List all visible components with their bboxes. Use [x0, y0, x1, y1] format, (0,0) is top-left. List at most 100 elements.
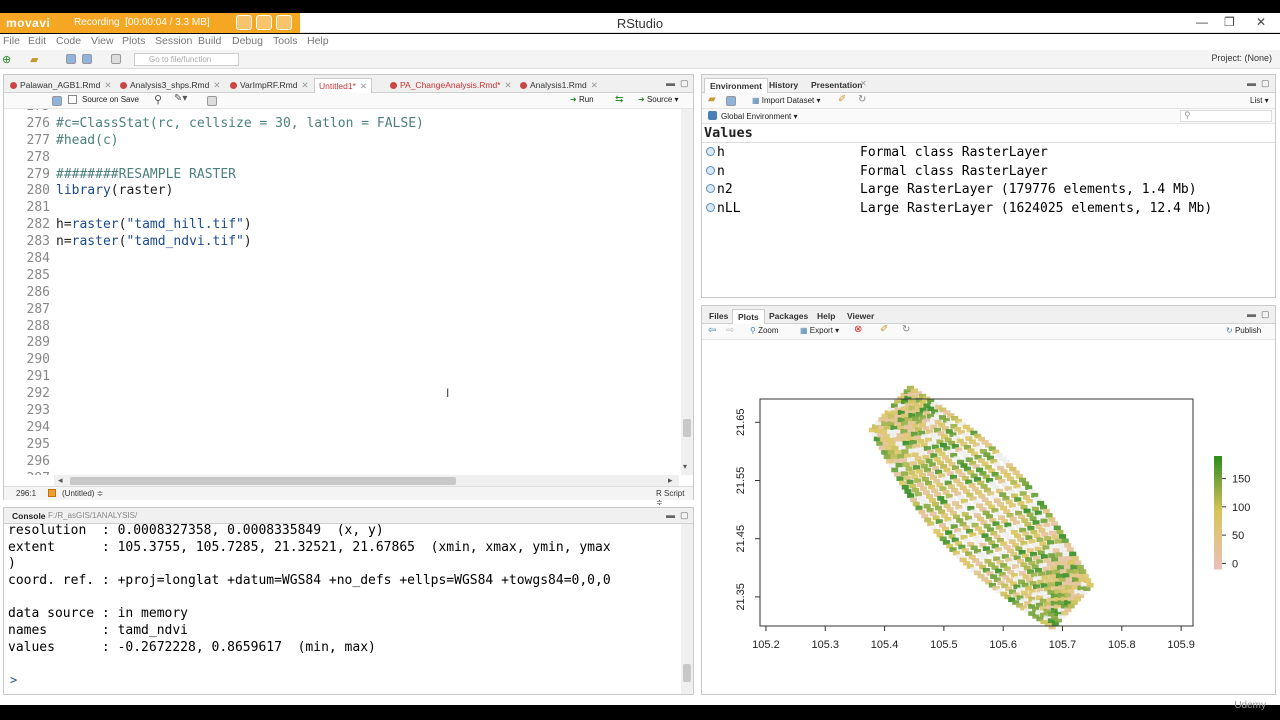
- tab-help[interactable]: Help: [812, 309, 840, 323]
- expand-icon[interactable]: [706, 165, 715, 175]
- env-minimize-icon[interactable]: ▬: [1247, 78, 1256, 88]
- broom-icon[interactable]: ✐: [838, 94, 846, 105]
- tab-plots[interactable]: Plots: [732, 309, 765, 324]
- console-vscroll-thumb[interactable]: [683, 664, 691, 682]
- env-row[interactable]: n2 Large RasterLayer (179776 elements, 1.…: [702, 181, 1275, 200]
- save-all-icon[interactable]: [82, 54, 92, 64]
- publish-button[interactable]: ↻ Publish: [1226, 326, 1261, 335]
- code-line[interactable]: 280 library(raster): [4, 183, 424, 200]
- tab-presentation[interactable]: Presentation: [806, 78, 868, 92]
- env-maximize-icon[interactable]: ▢: [1261, 78, 1270, 89]
- code-line[interactable]: 277 #head(c): [4, 133, 424, 150]
- code-line[interactable]: 281: [4, 200, 424, 217]
- minimize-icon[interactable]: —: [1196, 15, 1208, 29]
- code-line[interactable]: 293: [4, 403, 424, 420]
- refresh-plot-icon[interactable]: ↻: [902, 324, 910, 335]
- close-icon[interactable]: ✕: [1256, 15, 1266, 29]
- code-editor[interactable]: 275276 #c=ClassStat(rc, cellsize = 30, la…: [4, 109, 679, 475]
- plots-minimize-icon[interactable]: ▬: [1247, 309, 1256, 319]
- open-project-icon[interactable]: ▰: [30, 53, 38, 66]
- code-line[interactable]: 275: [4, 109, 424, 116]
- tab-environment[interactable]: Environment: [704, 78, 768, 93]
- editor-save-icon[interactable]: [52, 96, 62, 106]
- code-line[interactable]: 290: [4, 352, 424, 369]
- env-scope-selector[interactable]: Global Environment ▾: [721, 112, 798, 121]
- code-line[interactable]: 289: [4, 335, 424, 352]
- tab-files[interactable]: Files: [704, 309, 733, 323]
- menu-session[interactable]: Session: [155, 35, 192, 47]
- code-line[interactable]: 296: [4, 454, 424, 471]
- console-vscroll[interactable]: [681, 524, 693, 694]
- console-minimize-icon[interactable]: ▬: [666, 510, 675, 520]
- menu-code[interactable]: Code: [56, 35, 81, 47]
- tab-packages[interactable]: Packages: [764, 309, 813, 323]
- source-button[interactable]: ➜ Source ▾: [638, 95, 679, 104]
- expand-icon[interactable]: [706, 147, 715, 156]
- source-on-save-checkbox[interactable]: [68, 95, 77, 104]
- scope-selector[interactable]: (Untitled) ≑: [62, 489, 103, 498]
- remove-plot-icon[interactable]: ⊗: [854, 324, 862, 335]
- tab-viewer[interactable]: Viewer: [842, 309, 879, 323]
- code-line[interactable]: 276 #c=ClassStat(rc, cellsize = 30, latlo…: [4, 116, 424, 133]
- compile-icon[interactable]: [207, 96, 217, 106]
- zoom-button[interactable]: ⚲ Zoom: [750, 326, 779, 335]
- code-line[interactable]: 279 ########RESAMPLE RASTER: [4, 167, 424, 184]
- tab-varimprf[interactable]: VarImpRF.Rmd ✕: [226, 78, 313, 93]
- console-maximize-icon[interactable]: ▢: [680, 510, 689, 521]
- plots-maximize-icon[interactable]: ▢: [1261, 309, 1270, 320]
- env-row[interactable]: h Formal class RasterLayer: [702, 144, 1275, 163]
- find-icon[interactable]: ⚲: [154, 93, 162, 106]
- expand-icon[interactable]: [706, 184, 715, 194]
- prev-plot-icon[interactable]: ⇦: [708, 325, 716, 336]
- tab-pa-change[interactable]: PA_ChangeAnalysis.Rmd* ✕: [386, 78, 516, 93]
- env-row[interactable]: n Formal class RasterLayer: [702, 163, 1275, 182]
- expand-icon[interactable]: [706, 203, 715, 213]
- menu-debug[interactable]: Debug: [232, 35, 263, 47]
- pane-minimize-icon[interactable]: ▬: [666, 78, 675, 88]
- list-view-selector[interactable]: List ▾: [1250, 96, 1269, 105]
- scroll-right-icon[interactable]: ▸: [668, 475, 673, 486]
- new-file-icon[interactable]: ⊕: [2, 53, 11, 66]
- load-workspace-icon[interactable]: ▰: [708, 94, 716, 105]
- scroll-down-icon[interactable]: ▾: [683, 462, 687, 471]
- code-line[interactable]: 295: [4, 437, 424, 454]
- menu-tools[interactable]: Tools: [273, 35, 298, 47]
- editor-vscroll[interactable]: ▾: [681, 109, 693, 475]
- code-line[interactable]: 282 h=raster("tamd_hill.tif"): [4, 217, 424, 234]
- console-prompt[interactable]: >: [10, 673, 17, 687]
- save-workspace-icon[interactable]: [726, 96, 736, 106]
- code-line[interactable]: 288: [4, 319, 424, 336]
- menu-edit[interactable]: Edit: [28, 35, 46, 47]
- import-dataset-button[interactable]: ▦ Import Dataset ▾: [752, 96, 821, 105]
- file-type-selector[interactable]: R Script ≑: [656, 489, 693, 507]
- rerun-icon[interactable]: ⇆: [615, 94, 623, 105]
- menu-view[interactable]: View: [91, 35, 114, 47]
- code-line[interactable]: 287: [4, 302, 424, 319]
- code-line[interactable]: 292: [4, 386, 424, 403]
- code-line[interactable]: 285: [4, 268, 424, 285]
- next-plot-icon[interactable]: ⇨: [726, 325, 734, 336]
- tab-history[interactable]: History: [764, 78, 803, 92]
- code-line[interactable]: 278: [4, 150, 424, 167]
- menu-help[interactable]: Help: [307, 35, 329, 47]
- goto-file-input[interactable]: Go to file/function: [134, 53, 239, 66]
- menu-build[interactable]: Build: [198, 35, 221, 47]
- export-button[interactable]: ▦ Export ▾: [800, 326, 839, 335]
- tab-analysis3[interactable]: Analysis3_shps.Rmd ✕: [116, 78, 225, 93]
- editor-vscroll-thumb[interactable]: [683, 419, 691, 437]
- editor-hscroll-thumb[interactable]: [70, 477, 456, 485]
- env-row[interactable]: nLL Large RasterLayer (1624025 elements, …: [702, 200, 1275, 219]
- wand-icon[interactable]: ✎▾: [174, 93, 187, 104]
- menu-file[interactable]: File: [3, 35, 20, 47]
- run-button[interactable]: ➜ Run: [570, 95, 594, 104]
- code-line[interactable]: 284: [4, 251, 424, 268]
- close-presentation-icon[interactable]: ✕: [860, 79, 867, 88]
- env-search-input[interactable]: ⚲: [1180, 110, 1272, 122]
- code-line[interactable]: 286: [4, 285, 424, 302]
- tab-untitled1[interactable]: Untitled1* ✕: [314, 78, 372, 93]
- code-line[interactable]: 283 n=raster("tamd_ndvi.tif"): [4, 234, 424, 251]
- code-line[interactable]: 294: [4, 420, 424, 437]
- refresh-icon[interactable]: ↻: [858, 94, 866, 105]
- pane-maximize-icon[interactable]: ▢: [680, 78, 689, 89]
- maximize-icon[interactable]: ❐: [1224, 15, 1235, 29]
